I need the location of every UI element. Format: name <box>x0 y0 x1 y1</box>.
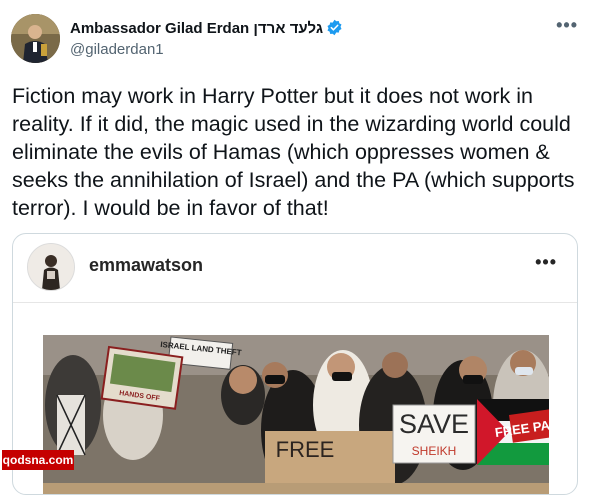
author-name[interactable]: Ambassador Gilad Erdan גלעד ארדן <box>70 19 343 40</box>
quoted-author-avatar[interactable] <box>27 243 75 291</box>
sign-free: FREE <box>276 437 335 462</box>
watermark: qodsna.com <box>2 450 74 470</box>
author-avatar[interactable] <box>11 14 60 63</box>
verified-badge-icon <box>326 19 343 40</box>
quoted-more-options-icon[interactable]: ••• <box>535 253 557 271</box>
quoted-divider <box>13 302 577 303</box>
quoted-username[interactable]: emmawatson <box>89 255 203 276</box>
sign-save: SAVE <box>399 409 469 439</box>
more-options-icon[interactable]: ••• <box>556 16 578 34</box>
quoted-post-card[interactable]: emmawatson ••• ISRAEL LAND THEFT HANDS O… <box>12 233 578 495</box>
author-handle[interactable]: @giladerdan1 <box>70 41 164 58</box>
tweet-text: Fiction may work in Harry Potter but it … <box>12 84 575 220</box>
sign-save-sub: SHEIKH <box>412 444 457 458</box>
protest-photo[interactable]: ISRAEL LAND THEFT HANDS OFF FREE SAVE SH… <box>43 335 549 494</box>
